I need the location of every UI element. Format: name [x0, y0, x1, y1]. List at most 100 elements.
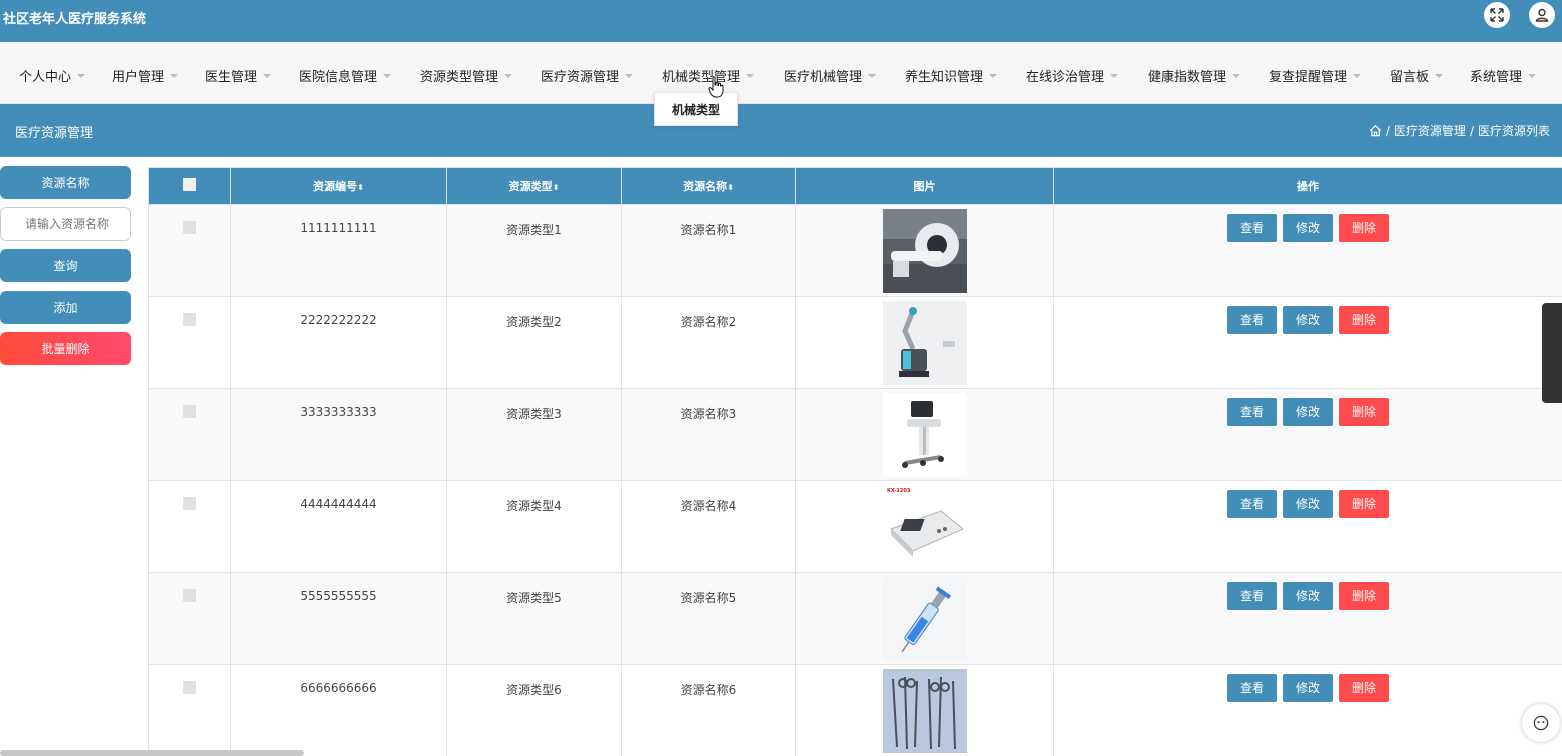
cell-image [795, 388, 1054, 481]
home-icon[interactable] [1369, 124, 1382, 137]
breadcrumb-separator: / [1385, 123, 1390, 138]
row-checkbox[interactable] [183, 497, 196, 510]
chevron-down-icon [1435, 73, 1444, 78]
row-checkbox[interactable] [183, 313, 196, 326]
select-all-checkbox[interactable] [183, 178, 196, 191]
delete-button[interactable]: 删除 [1339, 582, 1390, 610]
delete-button[interactable]: 删除 [1339, 214, 1390, 242]
row-select-cell[interactable] [148, 664, 231, 756]
horizontal-scrollbar[interactable] [0, 750, 304, 756]
help-chat-icon[interactable] [1522, 704, 1560, 742]
nav-label: 用户管理 [112, 70, 165, 85]
nav-item-health-index[interactable]: 健康指数管理 [1148, 66, 1241, 85]
nav-item-doctor-management[interactable]: 医生管理 [205, 66, 272, 85]
cell-image [795, 296, 1054, 389]
table-header-row: 资源编号⬍ 资源类型⬍ 资源名称⬍ 图片 操作 [148, 167, 1562, 205]
view-button[interactable]: 查看 [1226, 398, 1277, 426]
select-all-header[interactable] [148, 167, 231, 205]
fullscreen-icon[interactable] [1484, 2, 1510, 28]
delete-button[interactable]: 删除 [1339, 490, 1390, 518]
resource-table: 资源编号⬍ 资源类型⬍ 资源名称⬍ 图片 操作 1111111111 资源类型1… [148, 167, 1562, 756]
row-select-cell[interactable] [148, 572, 231, 665]
delete-button[interactable]: 删除 [1339, 674, 1390, 702]
column-header-name[interactable]: 资源名称⬍ [621, 167, 796, 205]
add-button[interactable]: 添加 [0, 291, 131, 324]
nav-dropdown-machine-type[interactable]: 机械类型 [654, 92, 738, 126]
nav-item-user-management[interactable]: 用户管理 [112, 66, 179, 85]
nav-label: 复查提醒管理 [1269, 70, 1348, 85]
column-header-type[interactable]: 资源类型⬍ [446, 167, 622, 205]
column-label: 资源名称 [683, 180, 728, 193]
cell-code: 6666666666 [230, 664, 447, 756]
view-button[interactable]: 查看 [1226, 490, 1277, 518]
view-button[interactable]: 查看 [1226, 306, 1277, 334]
edit-button[interactable]: 修改 [1282, 674, 1333, 702]
view-button[interactable]: 查看 [1226, 214, 1277, 242]
row-checkbox[interactable] [183, 681, 196, 694]
breadcrumb-item-resource-management[interactable]: 医疗资源管理 [1394, 122, 1466, 139]
cell-actions: 查看 修改 删除 [1053, 388, 1562, 481]
column-header-image: 图片 [795, 167, 1054, 205]
row-checkbox[interactable] [183, 405, 196, 418]
row-select-cell[interactable] [148, 204, 231, 297]
edit-button[interactable]: 修改 [1282, 306, 1333, 334]
row-select-cell[interactable] [148, 388, 231, 481]
cell-code: 4444444444 [230, 480, 447, 573]
cell-code: 2222222222 [230, 296, 447, 389]
cell-actions: 查看 修改 删除 [1053, 296, 1562, 389]
chevron-down-icon [170, 73, 179, 78]
cell-name: 资源名称1 [621, 204, 796, 297]
nav-item-health-knowledge[interactable]: 养生知识管理 [905, 66, 998, 85]
ecg-machine-image: KX-1203 [882, 485, 967, 569]
nav-item-recheck-reminder[interactable]: 复查提醒管理 [1269, 66, 1362, 85]
edit-button[interactable]: 修改 [1282, 582, 1333, 610]
query-button[interactable]: 查询 [0, 249, 131, 282]
edit-button[interactable]: 修改 [1282, 490, 1333, 518]
hand-cursor-icon [708, 76, 724, 98]
nav-item-medical-resource[interactable]: 医疗资源管理 [541, 66, 634, 85]
edit-button[interactable]: 修改 [1282, 214, 1333, 242]
row-checkbox[interactable] [183, 589, 196, 602]
sort-icon[interactable]: ⬍ [357, 183, 364, 192]
nav-label: 医疗资源管理 [541, 70, 620, 85]
resource-name-search-input[interactable] [0, 207, 131, 241]
medical-robot-arm-image [882, 301, 967, 385]
ultrasound-cart-image [882, 393, 967, 477]
side-panel-toggle[interactable] [1542, 303, 1562, 403]
row-select-cell[interactable] [148, 480, 231, 573]
cell-code: 5555555555 [230, 572, 447, 665]
nav-label: 在线诊治管理 [1026, 70, 1105, 85]
edit-button[interactable]: 修改 [1282, 398, 1333, 426]
view-button[interactable]: 查看 [1226, 582, 1277, 610]
delete-button[interactable]: 删除 [1339, 306, 1390, 334]
cell-type: 资源类型4 [446, 480, 622, 573]
chevron-down-icon [1110, 73, 1119, 78]
column-label: 资源编号 [313, 180, 358, 193]
nav-item-system-management[interactable]: 系统管理 [1470, 66, 1537, 85]
chevron-down-icon [868, 73, 877, 78]
user-icon[interactable] [1529, 2, 1555, 28]
chevron-down-icon [77, 73, 86, 78]
row-checkbox[interactable] [183, 221, 196, 234]
delete-button[interactable]: 删除 [1339, 398, 1390, 426]
nav-item-message-board[interactable]: 留言板 [1390, 66, 1444, 85]
cell-code: 3333333333 [230, 388, 447, 481]
table-row: 1111111111 资源类型1 资源名称1 查看 修改 删除 [148, 204, 1562, 297]
nav-item-personal-center[interactable]: 个人中心 [19, 66, 86, 85]
nav-item-resource-type[interactable]: 资源类型管理 [420, 66, 513, 85]
sort-icon[interactable]: ⬍ [727, 183, 734, 192]
nav-item-medical-machine[interactable]: 医疗机械管理 [784, 66, 877, 85]
batch-delete-button[interactable]: 批量删除 [0, 332, 131, 365]
nav-item-hospital-info[interactable]: 医院信息管理 [299, 66, 392, 85]
nav-item-online-diagnosis[interactable]: 在线诊治管理 [1026, 66, 1119, 85]
nav-label: 健康指数管理 [1148, 70, 1227, 85]
view-button[interactable]: 查看 [1226, 674, 1277, 702]
cell-type: 资源类型1 [446, 204, 622, 297]
dropdown-item-machine-type[interactable]: 机械类型 [672, 101, 720, 118]
column-header-code[interactable]: 资源编号⬍ [230, 167, 447, 205]
sort-icon[interactable]: ⬍ [553, 183, 560, 192]
cell-actions: 查看 修改 删除 [1053, 204, 1562, 297]
breadcrumb: / 医疗资源管理 / 医疗资源列表 [1369, 122, 1550, 139]
row-select-cell[interactable] [148, 296, 231, 389]
cell-name: 资源名称4 [621, 480, 796, 573]
